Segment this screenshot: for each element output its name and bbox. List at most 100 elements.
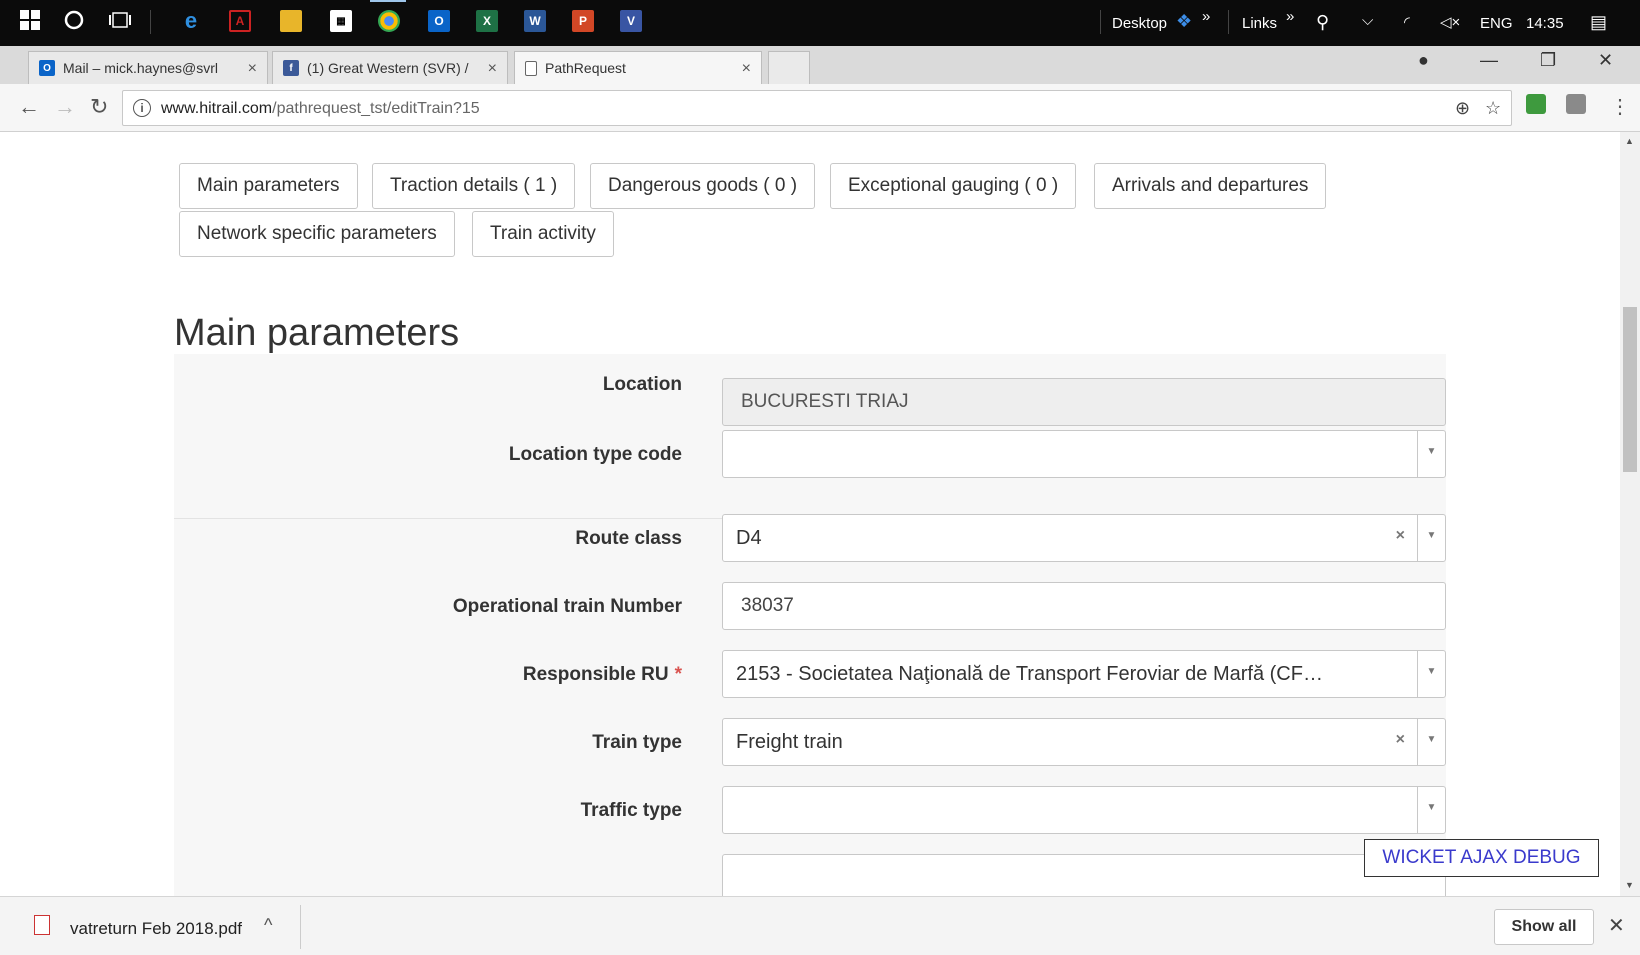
chrome-icon[interactable] [378, 10, 400, 32]
pdf-file-icon [34, 915, 50, 935]
taskbar-divider [1228, 10, 1229, 34]
bookmark-star-icon[interactable]: ☆ [1485, 98, 1501, 119]
task-view-icon[interactable] [108, 8, 132, 32]
links-toolbar-label[interactable]: Links [1242, 15, 1277, 32]
forward-arrow-icon[interactable]: → [54, 94, 76, 120]
show-all-button[interactable]: Show all [1494, 909, 1594, 945]
address-bar[interactable]: i www.hitrail.com/pathrequest_tst/editTr… [122, 90, 1512, 126]
tab-main-parameters[interactable]: Main parameters [179, 163, 358, 209]
download-filename[interactable]: vatreturn Feb 2018.pdf [70, 919, 242, 939]
operational-train-number-label: Operational train Number [452, 596, 682, 617]
select-value: 2153 - Societatea Naţională de Transport… [736, 662, 1323, 685]
tab-train-activity[interactable]: Train activity [472, 211, 614, 257]
action-center-icon[interactable]: ▤ [1590, 12, 1607, 33]
close-icon[interactable]: × [742, 60, 751, 78]
download-divider [300, 905, 301, 949]
url-path: /pathrequest_tst/editTrain?15 [272, 100, 480, 117]
people-icon[interactable]: ⚲ [1316, 12, 1329, 33]
wifi-icon[interactable]: ◜ [1404, 13, 1410, 31]
tab-network-specific[interactable]: Network specific parameters [179, 211, 455, 257]
close-window-icon[interactable]: ✕ [1598, 50, 1613, 71]
reload-icon[interactable]: ↻ [90, 94, 108, 120]
tab-arrivals-departures[interactable]: Arrivals and departures [1094, 163, 1327, 209]
toolbar-chevron-icon[interactable]: » [1286, 8, 1294, 25]
dropdown-arrow-icon[interactable]: ▼ [1417, 431, 1445, 477]
browser-toolbar: ← → ↻ i www.hitrail.com/pathrequest_tst/… [0, 84, 1640, 132]
select-value: D4 [736, 526, 762, 549]
operational-train-number-input[interactable]: 38037 [722, 582, 1446, 630]
toolbar-chevron-icon[interactable]: » [1202, 8, 1210, 25]
clock-time[interactable]: 14:35 [1526, 15, 1564, 32]
location-label: Location [602, 374, 682, 395]
tab-title: Mail – mick.haynes@svrl [63, 60, 219, 76]
extension-shield-icon[interactable] [1526, 94, 1546, 114]
visio-icon[interactable]: V [620, 10, 642, 32]
location-field[interactable]: BUCURESTI TRIAJ [722, 378, 1446, 426]
url-text[interactable]: www.hitrail.com/pathrequest_tst/editTrai… [161, 100, 480, 118]
cortana-search-icon[interactable] [62, 8, 86, 32]
windows-start-icon[interactable] [18, 8, 42, 32]
tab-exceptional-gauging[interactable]: Exceptional gauging ( 0 ) [830, 163, 1077, 209]
new-tab-button[interactable] [768, 51, 810, 84]
edge-icon[interactable]: e [180, 8, 202, 33]
dropdown-arrow-icon[interactable]: ▼ [1417, 719, 1445, 765]
clear-icon[interactable]: × [1396, 731, 1405, 749]
page-scrollbar[interactable]: ▲ ▼ [1620, 132, 1640, 896]
back-arrow-icon[interactable]: ← [18, 94, 40, 120]
taskbar-divider [1100, 10, 1101, 34]
store-icon[interactable]: ▦ [330, 10, 352, 32]
dropdown-arrow-icon[interactable]: ▼ [1417, 651, 1445, 697]
language-indicator[interactable]: ENG [1480, 15, 1513, 32]
required-asterisk: * [674, 664, 682, 685]
close-icon[interactable]: × [248, 60, 257, 78]
dropdown-arrow-icon[interactable]: ▼ [1417, 787, 1445, 833]
url-host: www.hitrail.com [161, 100, 273, 117]
browser-tabstrip: O Mail – mick.haynes@svrl × f (1) Great … [0, 46, 1640, 84]
page-content: Main parameters Traction details ( 1 ) D… [0, 132, 1620, 896]
browser-tab-facebook[interactable]: f (1) Great Western (SVR) / × [272, 51, 508, 84]
zoom-icon[interactable]: ⊕ [1455, 98, 1470, 119]
scroll-thumb[interactable] [1623, 307, 1637, 472]
dropdown-arrow-icon[interactable]: ▼ [1417, 515, 1445, 561]
outlook-icon[interactable]: O [428, 10, 450, 32]
browser-tab-mail[interactable]: O Mail – mick.haynes@svrl × [28, 51, 268, 84]
route-class-select[interactable]: D4 × ▼ [722, 514, 1446, 562]
extension-gray-icon[interactable] [1566, 94, 1586, 114]
location-type-code-select[interactable]: ▼ [722, 430, 1446, 478]
volume-muted-icon[interactable]: ◁× [1440, 13, 1460, 31]
site-info-icon[interactable]: i [133, 99, 151, 117]
word-icon[interactable]: W [524, 10, 546, 32]
acrobat-icon[interactable]: A [229, 10, 251, 32]
active-indicator [370, 0, 406, 2]
train-type-select[interactable]: Freight train × ▼ [722, 718, 1446, 766]
scroll-down-arrow-icon[interactable]: ▼ [1625, 880, 1634, 890]
scroll-up-arrow-icon[interactable]: ▲ [1625, 136, 1634, 146]
tab-title: (1) Great Western (SVR) / [307, 60, 469, 76]
profile-icon[interactable]: ● [1418, 50, 1429, 71]
wicket-ajax-debug-button[interactable]: WICKET AJAX DEBUG [1364, 839, 1599, 877]
desktop-toolbar-label[interactable]: Desktop [1112, 15, 1167, 32]
close-icon[interactable]: × [488, 60, 497, 78]
restore-icon[interactable]: ❐ [1540, 50, 1556, 71]
clear-icon[interactable]: × [1396, 527, 1405, 545]
traffic-type-select[interactable]: ▼ [722, 786, 1446, 834]
close-download-bar-icon[interactable]: ✕ [1608, 913, 1625, 938]
file-explorer-icon[interactable] [280, 10, 302, 32]
download-options-chevron-icon[interactable]: ^ [264, 915, 272, 936]
page-icon [525, 60, 537, 76]
browser-tab-pathrequest[interactable]: PathRequest × [514, 51, 762, 84]
show-hidden-icons-chevron-icon[interactable]: ⌵ [1362, 12, 1373, 29]
responsible-ru-select[interactable]: 2153 - Societatea Naţională de Transport… [722, 650, 1446, 698]
next-field-partial[interactable] [722, 854, 1446, 896]
chrome-menu-icon[interactable]: ⋮ [1610, 94, 1630, 119]
taskbar-divider [150, 10, 151, 34]
powerpoint-icon[interactable]: P [572, 10, 594, 32]
minimize-icon[interactable]: — [1480, 50, 1498, 71]
route-class-label: Route class [575, 528, 682, 549]
responsible-ru-label-text: Responsible RU [522, 664, 669, 685]
tab-traction-details[interactable]: Traction details ( 1 ) [372, 163, 576, 209]
responsible-ru-label: Responsible RU * [182, 664, 682, 686]
excel-icon[interactable]: X [476, 10, 498, 32]
tab-dangerous-goods[interactable]: Dangerous goods ( 0 ) [590, 163, 816, 209]
dropbox-icon[interactable]: ❖ [1176, 11, 1192, 32]
